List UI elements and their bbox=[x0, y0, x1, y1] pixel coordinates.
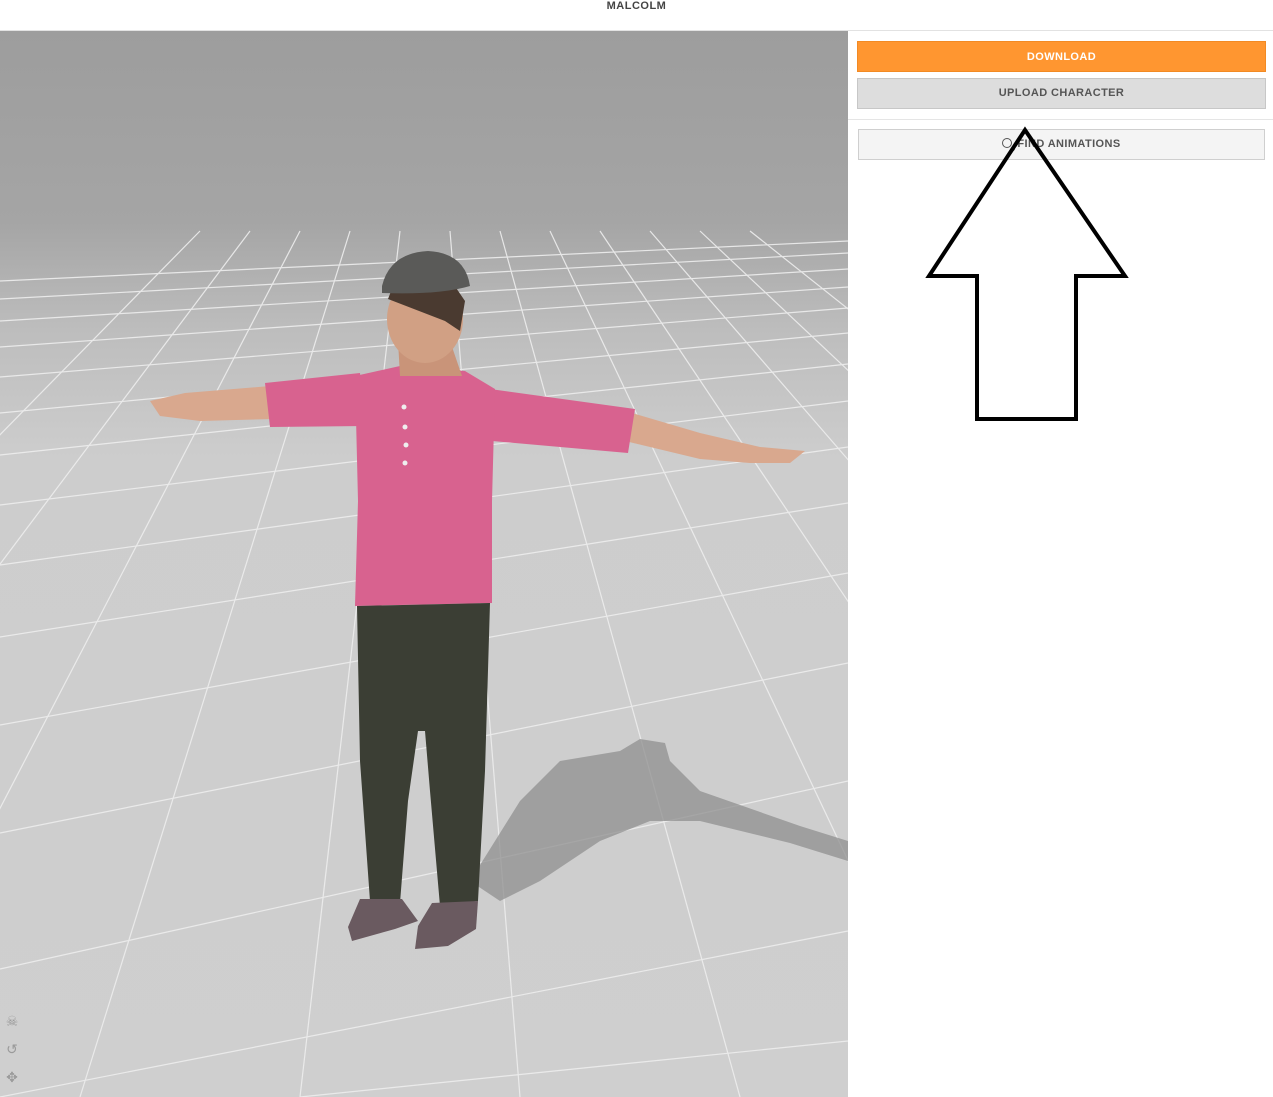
sidebar: DOWNLOAD UPLOAD CHARACTER FIND ANIMATION… bbox=[848, 31, 1273, 1097]
character-title: MALCOLM bbox=[606, 0, 667, 12]
skeleton-icon[interactable]: ☠ bbox=[4, 1013, 20, 1029]
upload-character-button[interactable]: UPLOAD CHARACTER bbox=[857, 78, 1266, 109]
viewport-scene[interactable] bbox=[0, 31, 848, 1097]
viewport-toolbar: ☠ ↺ ✥ bbox=[4, 1013, 24, 1097]
download-button[interactable]: DOWNLOAD bbox=[857, 41, 1266, 72]
3d-viewport[interactable]: ☠ ↺ ✥ bbox=[0, 31, 848, 1097]
sidebar-divider bbox=[848, 119, 1273, 120]
top-bar: MALCOLM bbox=[0, 0, 1273, 31]
search-icon bbox=[1002, 138, 1013, 148]
reset-icon[interactable]: ↺ bbox=[4, 1041, 20, 1057]
move-icon[interactable]: ✥ bbox=[4, 1069, 20, 1085]
find-animations-label: FIND ANIMATIONS bbox=[1017, 138, 1121, 150]
character-model[interactable] bbox=[150, 251, 805, 949]
find-animations-button[interactable]: FIND ANIMATIONS bbox=[858, 129, 1265, 160]
character-shadow bbox=[470, 739, 848, 901]
